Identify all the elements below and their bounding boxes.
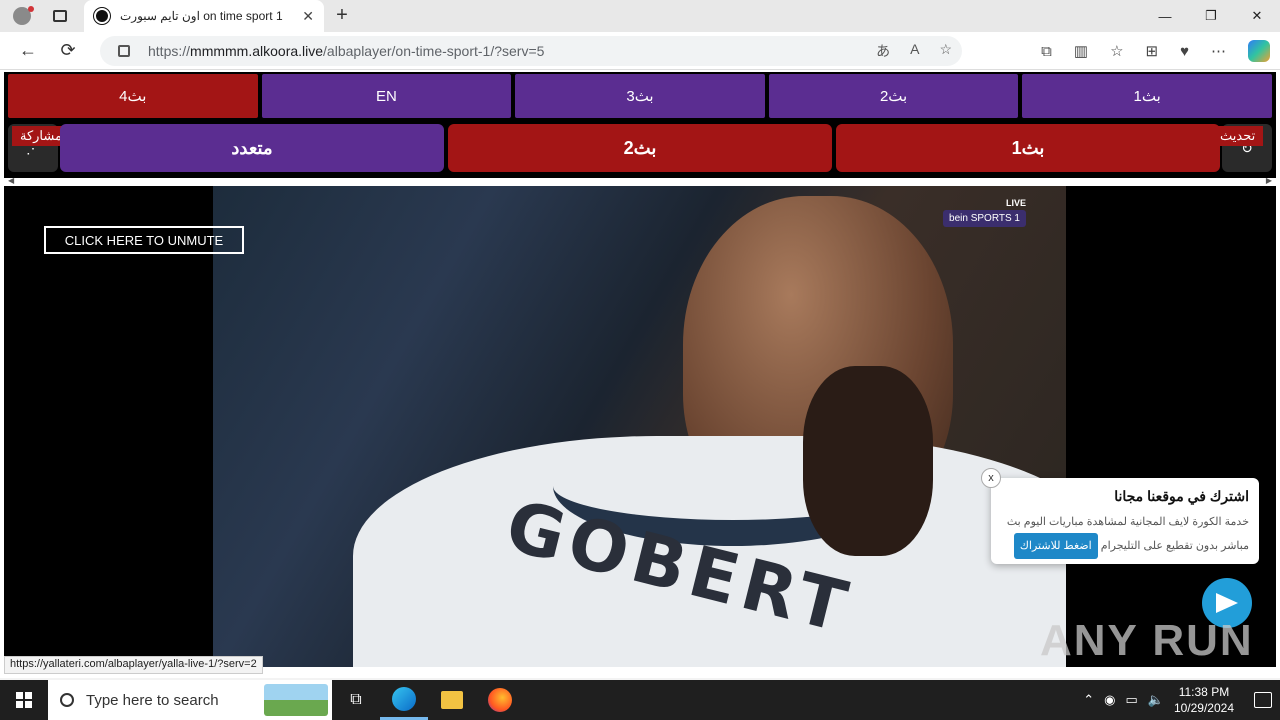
url-text: https://mmmmm.alkoora.live/albaplayer/on… — [148, 43, 544, 59]
new-tab-button[interactable]: + — [330, 4, 354, 28]
tab-close-icon[interactable]: ✕ — [302, 8, 314, 25]
popup-desc-line-2-text: مباشر بدون تقطيع على التليجرام — [1100, 540, 1249, 552]
search-placeholder: Type here to search — [86, 691, 219, 709]
url-domain: mmmmm.alkoora.live — [190, 43, 324, 59]
server-row-2: ⋰ مشاركة متعدد بث2 بث1 ↻ تحديث — [8, 124, 1272, 172]
server-button-2[interactable]: بث2 — [768, 74, 1019, 118]
window-controls: — ❐ ✕ — [1142, 0, 1280, 32]
url-actions: あ A ☆ — [876, 41, 952, 61]
edge-icon — [392, 686, 416, 711]
refresh-label[interactable]: تحديث — [1212, 126, 1264, 146]
file-explorer-button[interactable] — [428, 680, 476, 720]
profile-button[interactable] — [0, 0, 44, 32]
popup-title: اشترك في موقعنا مجانا — [1114, 488, 1249, 504]
server-button-3[interactable]: بث3 — [515, 74, 765, 118]
server-button-1[interactable]: بث1 — [1022, 74, 1272, 118]
notification-dot — [28, 6, 34, 12]
player-beard-shape — [803, 366, 933, 556]
tabs-icon — [53, 10, 67, 22]
tab-bar: اون تايم سبورت on time sport 1 ✕ + — ❐ ✕ — [0, 0, 1280, 32]
player-frame: بث4 EN بث3 بث2 بث1 ⋰ مشاركة متعدد بث2 بث… — [4, 72, 1276, 667]
copilot-icon[interactable] — [1248, 40, 1270, 62]
clock-time: 11:38 PM — [1178, 685, 1230, 699]
scroll-left-arrow[interactable]: ◀ — [8, 176, 14, 185]
horizontal-scrollbar[interactable]: ◀ ▶ — [4, 176, 1276, 186]
server-row-1: بث4 EN بث3 بث2 بث1 — [8, 74, 1272, 118]
watermark: ANY RUN — [1040, 616, 1254, 665]
server-button-en[interactable]: EN — [261, 74, 512, 118]
popup-desc-line-2: مباشر بدون تقطيع على التليجرام اضغط للاش… — [1001, 533, 1249, 559]
refresh-button[interactable]: ⟳ — [48, 32, 88, 70]
system-tray: ⌃ ◉ ▭ 🔈 11:38 PM 10/29/2024 — [1083, 680, 1280, 720]
tab-title: اون تايم سبورت on time sport 1 — [120, 9, 283, 23]
soccer-ball-icon — [94, 8, 110, 24]
taskbar: Type here to search ⧉ ⌃ ◉ ▭ 🔈 11:38 PM 1… — [0, 680, 1280, 720]
multi-server-button[interactable]: متعدد — [60, 124, 444, 172]
stream-1-button[interactable]: بث1 — [836, 124, 1220, 172]
popup-close-button[interactable]: x — [981, 468, 1001, 488]
minimize-button[interactable]: — — [1142, 0, 1188, 32]
close-window-button[interactable]: ✕ — [1234, 0, 1280, 32]
network-icon[interactable]: ▭ — [1125, 692, 1137, 708]
notifications-icon[interactable] — [1254, 692, 1272, 708]
url-field[interactable]: https://mmmmm.alkoora.live/albaplayer/on… — [100, 36, 962, 66]
stream-2-button[interactable]: بث2 — [448, 124, 832, 172]
more-menu-icon[interactable]: ⋯ — [1211, 42, 1226, 60]
subscribe-popup: اشترك في موقعنا مجانا خدمة الكورة لايف ا… — [991, 478, 1259, 564]
web-page: بث4 EN بث3 بث2 بث1 ⋰ مشاركة متعدد بث2 بث… — [0, 70, 1280, 678]
video-player[interactable]: GOBERT LIVE bein SPORTS 1 — [213, 186, 1066, 667]
popup-desc-line-1: خدمة الكورة لايف المجانية لمشاهدة مباريا… — [1006, 516, 1249, 528]
live-badge: LIVE — [1005, 198, 1026, 208]
task-view-button[interactable]: ⧉ — [332, 680, 380, 720]
read-aloud-icon[interactable]: A — [910, 41, 919, 61]
url-prefix: https:// — [148, 43, 191, 59]
channel-logo: bein SPORTS 1 — [943, 210, 1026, 227]
split-screen-icon[interactable]: ▥ — [1074, 42, 1088, 60]
windows-icon — [16, 692, 32, 708]
translate-icon[interactable]: あ — [876, 41, 890, 61]
performance-icon[interactable]: ♥ — [1180, 43, 1189, 60]
popup-description: خدمة الكورة لايف المجانية لمشاهدة مباريا… — [1001, 511, 1249, 559]
scroll-right-arrow[interactable]: ▶ — [1266, 176, 1272, 185]
taskbar-search[interactable]: Type here to search — [48, 680, 332, 720]
status-bar-url: https://yallateri.com/albaplayer/yalla-l… — [4, 656, 263, 674]
search-highlight-image — [264, 684, 328, 716]
subscribe-button[interactable]: اضغط للاشتراك — [1013, 533, 1098, 559]
unmute-button[interactable]: CLICK HERE TO UNMUTE — [44, 226, 244, 254]
edge-taskbar-button[interactable] — [380, 680, 428, 720]
meet-icon[interactable]: ◉ — [1104, 692, 1115, 708]
clock[interactable]: 11:38 PM 10/29/2024 — [1174, 684, 1234, 716]
browser-tab[interactable]: اون تايم سبورت on time sport 1 ✕ — [84, 0, 324, 32]
server-button-4[interactable]: بث4 — [8, 74, 258, 118]
favorite-star-icon[interactable]: ☆ — [939, 41, 952, 61]
firefox-icon — [488, 688, 512, 712]
favorites-icon[interactable]: ☆ — [1110, 42, 1123, 60]
extensions-icon[interactable]: ⧉ — [1041, 43, 1052, 60]
lock-icon[interactable] — [118, 45, 130, 57]
telegram-icon — [1216, 593, 1238, 613]
maximize-button[interactable]: ❐ — [1188, 0, 1234, 32]
tab-actions-button[interactable] — [44, 0, 76, 32]
address-bar-row: ← ⟳ https://mmmmm.alkoora.live/albaplaye… — [0, 32, 1280, 70]
search-icon — [60, 693, 74, 707]
url-path: /albaplayer/on-time-sport-1/?serv=5 — [323, 43, 545, 59]
folder-icon — [441, 691, 463, 709]
back-button[interactable]: ← — [8, 32, 48, 70]
volume-icon[interactable]: 🔈 — [1148, 692, 1164, 708]
firefox-button[interactable] — [476, 680, 524, 720]
clock-date: 10/29/2024 — [1173, 701, 1234, 715]
start-button[interactable] — [0, 680, 48, 720]
tray-overflow-icon[interactable]: ⌃ — [1083, 692, 1094, 708]
browser-toolbar: ⧉ ▥ ☆ ⊞ ♥ ⋯ — [1041, 32, 1270, 70]
collections-icon[interactable]: ⊞ — [1146, 42, 1159, 60]
